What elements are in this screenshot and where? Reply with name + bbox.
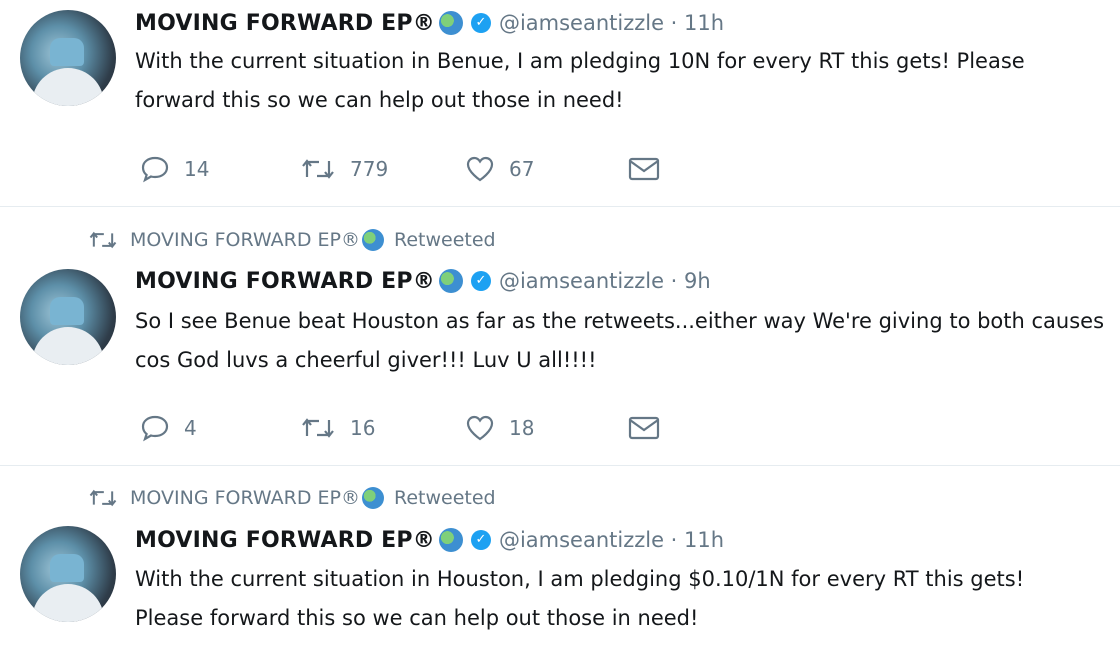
globe-emoji-icon <box>362 487 384 509</box>
tweet-text: With the current situation in Benue, I a… <box>135 49 1025 112</box>
tweet-text: So I see Benue beat Houston as far as th… <box>135 309 1105 372</box>
like-count: 67 <box>509 157 535 181</box>
reply-count: 14 <box>184 157 210 181</box>
retweeter-name[interactable]: MOVING FORWARD EP® <box>130 487 360 509</box>
retweet-button[interactable]: 779 <box>300 153 388 185</box>
reply-button[interactable]: 14 <box>140 153 209 185</box>
verified-badge-icon: ✓ <box>470 530 491 550</box>
reply-button[interactable]: 4 <box>140 412 197 444</box>
retweet-context: MOVING FORWARD EP® Retweeted <box>88 226 496 254</box>
avatar[interactable] <box>20 526 116 622</box>
retweet-context: MOVING FORWARD EP® Retweeted <box>88 484 496 512</box>
heart-icon <box>466 156 494 182</box>
direct-message-button[interactable] <box>627 153 661 185</box>
verified-badge-icon: ✓ <box>470 13 491 33</box>
like-button[interactable]: 18 <box>465 412 534 444</box>
retweet-count: 16 <box>350 416 376 440</box>
reply-count: 4 <box>184 416 197 440</box>
retweeter-name[interactable]: MOVING FORWARD EP® <box>130 229 360 251</box>
globe-emoji-icon <box>362 229 384 251</box>
retweet-icon <box>302 159 334 179</box>
tweet-1[interactable]: MOVING FORWARD EP® ✓ @iamseantizzle · 11… <box>0 0 1120 205</box>
tweet-2[interactable]: MOVING FORWARD EP® Retweeted MOVING FORW… <box>0 207 1120 464</box>
display-name[interactable]: MOVING FORWARD EP® <box>135 528 435 553</box>
retweet-icon <box>302 418 334 438</box>
envelope-icon <box>628 157 660 181</box>
handle-and-time[interactable]: @iamseantizzle · 11h <box>499 11 724 35</box>
globe-emoji-icon <box>438 528 463 552</box>
globe-emoji-icon <box>438 269 463 293</box>
envelope-icon <box>628 416 660 440</box>
heart-icon <box>466 415 494 441</box>
globe-emoji-icon <box>438 11 463 35</box>
retweet-icon <box>89 231 117 249</box>
display-name[interactable]: MOVING FORWARD EP® <box>135 269 435 294</box>
like-count: 18 <box>509 416 535 440</box>
speech-bubble-icon <box>141 415 169 442</box>
retweet-icon <box>89 489 117 507</box>
like-button[interactable]: 67 <box>465 153 534 185</box>
tweet-text: With the current situation in Houston, I… <box>135 567 1025 630</box>
display-name[interactable]: MOVING FORWARD EP® <box>135 11 435 36</box>
retweet-count: 779 <box>350 157 389 181</box>
tweet-3[interactable]: MOVING FORWARD EP® Retweeted MOVING FORW… <box>0 466 1120 650</box>
avatar[interactable] <box>20 269 116 365</box>
verified-badge-icon: ✓ <box>470 271 491 291</box>
direct-message-button[interactable] <box>627 412 661 444</box>
speech-bubble-icon <box>141 156 169 183</box>
retweeted-label: Retweeted <box>394 229 496 251</box>
avatar[interactable] <box>20 10 116 106</box>
handle-and-time[interactable]: @iamseantizzle · 9h <box>499 269 711 293</box>
handle-and-time[interactable]: @iamseantizzle · 11h <box>499 528 724 552</box>
retweet-button[interactable]: 16 <box>300 412 375 444</box>
retweeted-label: Retweeted <box>394 487 496 509</box>
